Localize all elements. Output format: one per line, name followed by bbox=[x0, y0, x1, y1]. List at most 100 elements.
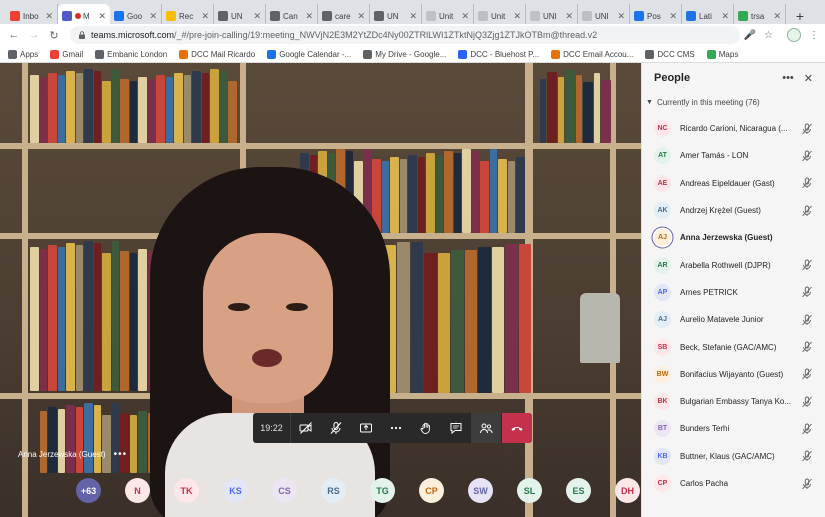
bookmark-item[interactable]: DCC CMS bbox=[645, 49, 695, 59]
tab-title: Rec bbox=[179, 11, 194, 21]
participant-avatar[interactable]: TK bbox=[174, 478, 199, 503]
share-screen-icon bbox=[360, 423, 372, 433]
participant-avatar[interactable]: KS bbox=[223, 478, 248, 503]
close-tab-icon[interactable]: ✕ bbox=[45, 11, 53, 22]
book-spine bbox=[30, 75, 39, 143]
close-tab-icon[interactable]: ✕ bbox=[513, 11, 521, 22]
star-icon[interactable]: ☆ bbox=[764, 30, 773, 41]
close-tab-icon[interactable]: ✕ bbox=[357, 11, 365, 22]
close-tab-icon[interactable]: ✕ bbox=[773, 11, 781, 22]
close-tab-icon[interactable]: ✕ bbox=[565, 11, 573, 22]
participant-avatar[interactable]: TG bbox=[370, 478, 395, 503]
google-sheets-icon bbox=[114, 11, 124, 21]
close-tab-icon[interactable]: ✕ bbox=[669, 11, 677, 22]
google-icon bbox=[738, 11, 748, 21]
bookmark-item[interactable]: Google Calendar -... bbox=[267, 49, 351, 59]
close-tab-icon[interactable]: ✕ bbox=[461, 11, 469, 22]
lantern-illustration bbox=[580, 293, 620, 363]
chat-button[interactable] bbox=[441, 413, 471, 443]
call-timer: 19:22 bbox=[253, 413, 291, 443]
participant-name: Amer Tamás - LON bbox=[680, 151, 749, 161]
speaker-eye-left bbox=[228, 303, 250, 311]
book-spine bbox=[202, 73, 209, 143]
participant-row[interactable]: CP Carlos Pacha bbox=[642, 470, 825, 497]
bookmark-item[interactable]: DCC Mail Ricardo bbox=[179, 49, 255, 59]
close-tab-icon[interactable]: ✕ bbox=[409, 11, 417, 22]
web-icon bbox=[634, 11, 644, 21]
reload-icon[interactable]: ↻ bbox=[46, 27, 62, 43]
more-actions-button[interactable] bbox=[381, 413, 411, 443]
speaker-eye-right bbox=[286, 303, 308, 311]
participants-button[interactable] bbox=[471, 413, 501, 443]
book-spine bbox=[148, 79, 155, 143]
book-spine bbox=[102, 415, 111, 473]
share-screen-button[interactable] bbox=[351, 413, 381, 443]
bookmark-item[interactable]: Gmail bbox=[50, 49, 83, 59]
bookmark-label: DCC CMS bbox=[657, 49, 695, 59]
close-tab-icon[interactable]: ✕ bbox=[721, 11, 729, 22]
bookmark-item[interactable]: Maps bbox=[706, 49, 738, 59]
ellipsis-icon bbox=[390, 426, 402, 430]
tab-title: UN bbox=[387, 11, 399, 21]
back-icon[interactable]: ← bbox=[6, 27, 22, 43]
bookmark-item[interactable]: Embanic London bbox=[95, 49, 167, 59]
participant-avatar[interactable]: CP bbox=[419, 478, 444, 503]
hang-up-button[interactable] bbox=[502, 413, 532, 443]
browser-menu-icon[interactable]: ⋮ bbox=[809, 30, 819, 41]
close-tab-icon[interactable]: ✕ bbox=[201, 11, 209, 22]
book-spine bbox=[411, 242, 423, 393]
profile-avatar[interactable] bbox=[787, 28, 801, 42]
participant-avatar: AJ bbox=[654, 311, 671, 329]
shelf-board bbox=[0, 143, 641, 149]
address-bar[interactable]: teams.microsoft.com/_#/pre-join-calling/… bbox=[70, 26, 740, 44]
more-participants-badge[interactable]: +63 bbox=[76, 478, 101, 503]
gmail-icon bbox=[10, 11, 20, 21]
participant-avatar[interactable]: CS bbox=[272, 478, 297, 503]
participant-row[interactable]: AT Amer Tamás - LON bbox=[642, 142, 825, 169]
close-tab-icon[interactable]: ✕ bbox=[305, 11, 313, 22]
participant-avatar[interactable]: N bbox=[125, 478, 150, 503]
participant-row[interactable]: BW Bonifacius Wijayanto (Guest) bbox=[642, 361, 825, 388]
more-options-icon[interactable]: ••• bbox=[782, 72, 794, 84]
participant-row[interactable]: AJ Aurelio Matavele Junior bbox=[642, 306, 825, 333]
forward-icon[interactable]: → bbox=[26, 27, 42, 43]
more-options-icon[interactable]: ••• bbox=[114, 449, 128, 460]
raise-hand-button[interactable] bbox=[411, 413, 441, 443]
mute-button[interactable] bbox=[321, 413, 351, 443]
participant-row[interactable]: SB Beck, Stefanie (GAC/AMC) bbox=[642, 333, 825, 360]
web-icon bbox=[218, 11, 228, 21]
participant-row[interactable]: KB Buttner, Klaus (GAC/AMC) bbox=[642, 443, 825, 470]
web-icon bbox=[363, 49, 373, 59]
microphone-icon[interactable]: 🎤 bbox=[744, 30, 756, 41]
participant-row[interactable]: BT Bunders Terhi bbox=[642, 415, 825, 442]
participant-avatar[interactable]: SW bbox=[468, 478, 493, 503]
close-tab-icon[interactable]: ✕ bbox=[149, 11, 157, 22]
participant-avatar[interactable]: DH bbox=[615, 478, 640, 503]
book-spine bbox=[66, 243, 75, 391]
close-tab-icon[interactable]: ✕ bbox=[617, 11, 625, 22]
tab-title: Goo bbox=[127, 11, 143, 21]
participant-row[interactable]: AK Andrzej Krężel (Guest) bbox=[642, 197, 825, 224]
book-spine bbox=[112, 403, 119, 473]
participant-row[interactable]: AR Arabella Rothwell (DJPR) bbox=[642, 251, 825, 278]
participant-row[interactable]: AE Andreas Eipeldauer (Gast) bbox=[642, 170, 825, 197]
microphone-muted-icon bbox=[802, 450, 812, 462]
close-icon[interactable]: ✕ bbox=[804, 72, 813, 85]
bookmark-item[interactable]: Apps bbox=[8, 49, 38, 59]
participant-name: Carlos Pacha bbox=[680, 479, 729, 488]
meeting-participants-section[interactable]: ▼ Currently in this meeting (76) bbox=[642, 93, 825, 111]
participant-row[interactable]: AP Arnes PETRICK bbox=[642, 279, 825, 306]
close-tab-icon[interactable]: ✕ bbox=[253, 11, 261, 22]
participant-row[interactable]: BK Bulgarian Embassy Tanya Ko... bbox=[642, 388, 825, 415]
camera-off-button[interactable] bbox=[291, 413, 321, 443]
bookmark-item[interactable]: DCC Email Accou... bbox=[551, 49, 633, 59]
bookmark-item[interactable]: My Drive - Google... bbox=[363, 49, 446, 59]
participant-avatar[interactable]: RS bbox=[321, 478, 346, 503]
participant-avatar: BK bbox=[654, 393, 671, 411]
participant-avatar[interactable]: SL bbox=[517, 478, 542, 503]
participant-row[interactable]: AJ Anna Jerzewska (Guest) bbox=[642, 224, 825, 251]
participant-row[interactable]: NC Ricardo Carioni, Nicaragua (... bbox=[642, 115, 825, 142]
close-tab-icon[interactable]: ✕ bbox=[98, 11, 106, 22]
bookmark-item[interactable]: DCC - Bluehost P... bbox=[458, 49, 539, 59]
participant-avatar[interactable]: ES bbox=[566, 478, 591, 503]
